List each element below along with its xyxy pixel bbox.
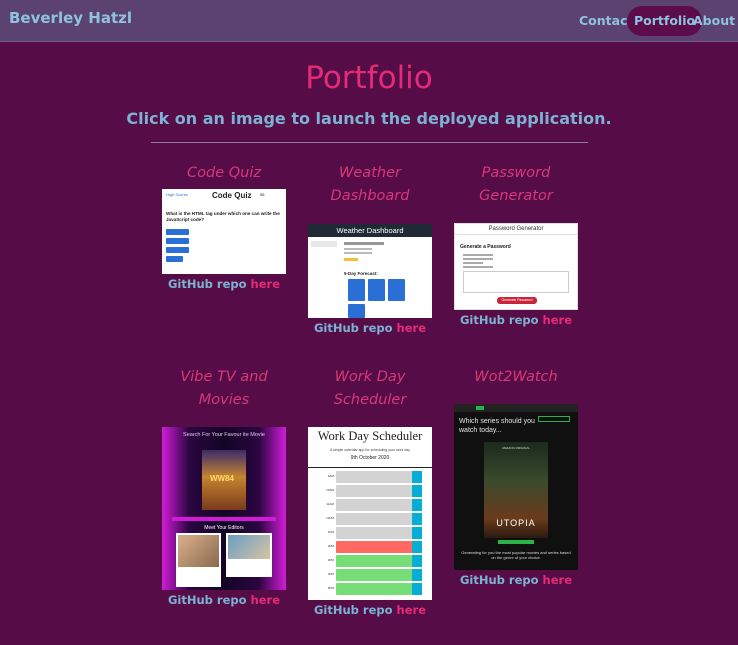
repo-link-vibe-tv[interactable]: here: [251, 593, 280, 607]
scheduler-save-button: [412, 527, 422, 539]
repo-line: GitHub repo here: [313, 321, 426, 335]
brand-name[interactable]: Beverley Hatzl: [9, 9, 132, 27]
scheduler-hour-label: 10AM: [326, 488, 334, 492]
project-title: Weather Dashboard: [330, 165, 410, 204]
scheduler-save-button: [412, 555, 422, 567]
scheduler-row: [336, 569, 412, 581]
repo-line: GitHub repo here: [459, 573, 572, 587]
repo-line: GitHub repo here: [313, 603, 426, 617]
scheduler-hour-label: 4PM: [327, 572, 334, 576]
project-title: Wot2Watch: [474, 369, 558, 385]
project-title: Vibe TV and Movies: [180, 369, 268, 408]
divider: [151, 142, 588, 143]
navbar: Beverley Hatzl Contact Portfolio About: [0, 0, 738, 42]
scheduler-hour-label: 2PM: [327, 544, 334, 548]
scheduler-save-button: [412, 541, 422, 553]
scheduler-row: [336, 555, 412, 567]
scheduler-row: [336, 485, 412, 497]
page-subtitle: Click on an image to launch the deployed…: [126, 109, 612, 128]
scheduler-hour-label: 3PM: [327, 558, 334, 562]
project-card-wot2watch: Wot2Watch Which series should you watch …: [454, 366, 578, 587]
project-thumbnail-code-quiz[interactable]: High Scores Code Quiz 58 What is the HTM…: [162, 189, 286, 274]
project-title: Password Generator: [479, 165, 553, 204]
scheduler-row: [336, 513, 412, 525]
scheduler-hour-label: 1PM: [327, 530, 334, 534]
scheduler-save-button: [412, 583, 422, 595]
project-card-weather-dashboard: Weather Dashboard Weather Dashboard 5-Da…: [308, 162, 432, 335]
nav-about[interactable]: About: [687, 6, 738, 36]
project-thumbnail-vibe-tv[interactable]: Search For Your Favour ite Movie WW84 Me…: [162, 427, 286, 590]
scheduler-hour-label: 11AM: [326, 502, 334, 506]
project-card-code-quiz: Code Quiz High Scores Code Quiz 58 What …: [162, 162, 286, 291]
project-card-vibe-tv: Vibe TV and Movies Search For Your Favou…: [162, 366, 286, 607]
repo-line: GitHub repo here: [459, 313, 572, 327]
project-thumbnail-work-day-scheduler[interactable]: Work Day Scheduler A simple calendar app…: [308, 427, 432, 600]
scheduler-save-button: [412, 471, 422, 483]
project-thumbnail-wot2watch[interactable]: Which series should you watch today... A…: [454, 404, 578, 570]
repo-link-work-day-scheduler[interactable]: here: [397, 603, 426, 617]
scheduler-row: [336, 541, 412, 553]
project-card-work-day-scheduler: Work Day Scheduler Work Day Scheduler A …: [308, 366, 432, 617]
project-title: Code Quiz: [187, 165, 261, 181]
scheduler-row: [336, 471, 412, 483]
repo-link-code-quiz[interactable]: here: [251, 277, 280, 291]
scheduler-save-button: [412, 499, 422, 511]
scheduler-hour-label: 9AM: [327, 474, 334, 478]
page-title: Portfolio: [305, 60, 433, 96]
repo-link-password-generator[interactable]: here: [543, 313, 572, 327]
repo-link-weather-dashboard[interactable]: here: [397, 321, 426, 335]
repo-link-wot2watch[interactable]: here: [543, 573, 572, 587]
scheduler-row: [336, 499, 412, 511]
repo-line: GitHub repo here: [167, 593, 280, 607]
project-thumbnail-weather-dashboard[interactable]: Weather Dashboard 5-Day Forecast:: [308, 224, 432, 318]
repo-line: GitHub repo here: [167, 277, 280, 291]
scheduler-hour-label: 12PM: [326, 516, 334, 520]
project-thumbnail-password-generator[interactable]: Password Generator Generate a Password G…: [454, 223, 578, 310]
scheduler-row: [336, 583, 412, 595]
project-card-password-generator: Password Generator Password Generator Ge…: [454, 162, 578, 327]
project-title: Work Day Scheduler: [333, 369, 407, 408]
scheduler-save-button: [412, 513, 422, 525]
scheduler-row: [336, 527, 412, 539]
scheduler-save-button: [412, 485, 422, 497]
scheduler-hour-label: 5PM: [327, 586, 334, 590]
scheduler-save-button: [412, 569, 422, 581]
